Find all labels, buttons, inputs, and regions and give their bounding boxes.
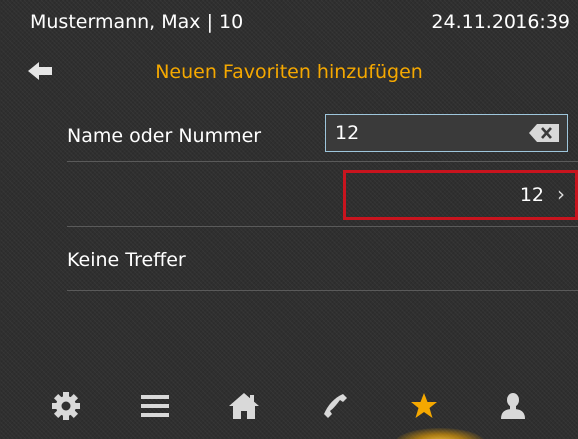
no-results-label: Keine Treffer bbox=[67, 249, 186, 271]
result-row: 12 › bbox=[67, 162, 578, 227]
no-results-row: Keine Treffer bbox=[67, 227, 578, 291]
menu-list-icon bbox=[141, 395, 169, 417]
home-button[interactable] bbox=[224, 386, 264, 426]
name-or-number-label: Name oder Nummer bbox=[67, 125, 262, 147]
backspace-clear-icon bbox=[529, 124, 559, 142]
phone-button[interactable] bbox=[315, 386, 355, 426]
status-time: 16:39 bbox=[515, 11, 570, 33]
bottom-nav bbox=[0, 380, 578, 439]
home-icon bbox=[229, 393, 259, 419]
menu-button[interactable] bbox=[135, 386, 175, 426]
result-item-12[interactable]: 12 › bbox=[343, 170, 578, 220]
result-number: 12 bbox=[519, 184, 544, 206]
contacts-button[interactable] bbox=[493, 386, 533, 426]
search-row: Name oder Nummer bbox=[67, 108, 578, 162]
clear-input-button[interactable] bbox=[529, 124, 559, 142]
status-date: 24.11.20 bbox=[431, 11, 516, 33]
search-field[interactable] bbox=[325, 114, 568, 152]
settings-button[interactable] bbox=[46, 386, 86, 426]
user-extension: Mustermann, Max | 10 bbox=[30, 11, 244, 33]
phone-handset-icon bbox=[324, 394, 347, 418]
page-header: Neuen Favoriten hinzufügen bbox=[0, 50, 578, 90]
favorites-button[interactable] bbox=[404, 386, 444, 426]
status-bar: Mustermann, Max | 10 24.11.20 16:39 bbox=[0, 0, 578, 46]
user-icon bbox=[501, 393, 525, 419]
page-title: Neuen Favoriten hinzufügen bbox=[155, 61, 423, 83]
chevron-right-icon: › bbox=[557, 182, 565, 206]
star-icon bbox=[411, 393, 437, 418]
settings-gear-icon bbox=[52, 392, 80, 420]
search-input[interactable] bbox=[326, 115, 516, 151]
